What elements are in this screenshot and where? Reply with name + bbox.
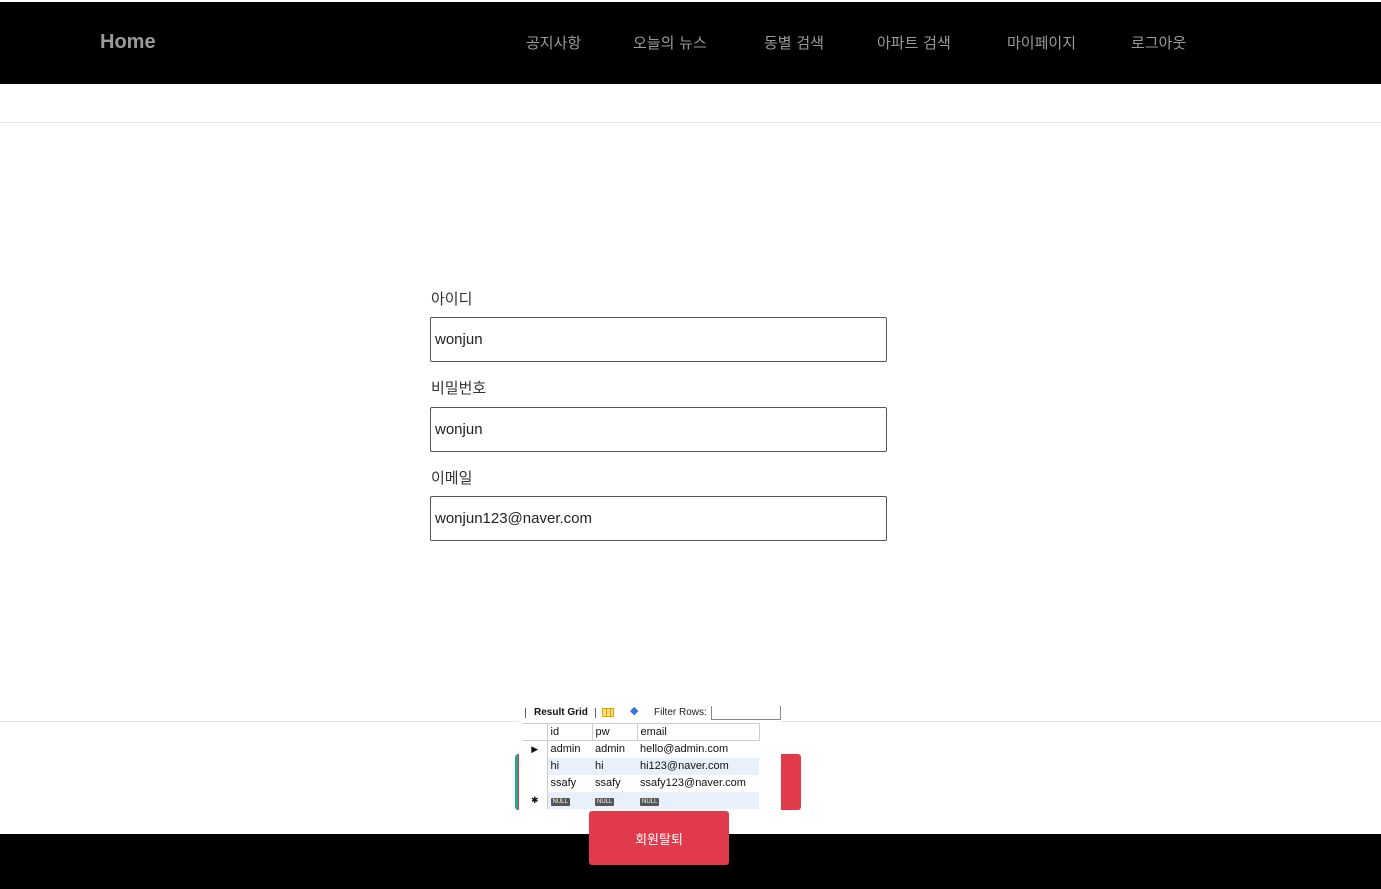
- null-badge: NULL: [595, 798, 615, 806]
- cell-pw[interactable]: hi: [592, 757, 637, 775]
- result-grid-overlay: Result Grid ◆ Filter Rows: id pw email ▶…: [519, 706, 781, 810]
- home-brand-link[interactable]: Home: [100, 31, 156, 54]
- cell-id[interactable]: admin: [547, 741, 592, 758]
- nav-notice[interactable]: 공지사항: [526, 32, 581, 53]
- nav-apartment-search[interactable]: 아파트 검색: [877, 32, 951, 53]
- result-grid-toolbar: Result Grid ◆ Filter Rows:: [519, 706, 781, 720]
- cell-id[interactable]: ssafy: [547, 775, 592, 792]
- column-header-pw[interactable]: pw: [592, 723, 638, 741]
- column-header-email[interactable]: email: [637, 723, 760, 741]
- row-header: [523, 774, 548, 792]
- toolbar-separator: [525, 708, 526, 718]
- withdraw-button[interactable]: 회원탈퇴: [589, 811, 729, 865]
- null-badge: NULL: [550, 798, 570, 806]
- nav-today-news[interactable]: 오늘의 뉴스: [633, 32, 707, 53]
- password-label: 비밀번호: [431, 379, 487, 397]
- email-label: 이메일: [431, 469, 473, 487]
- top-divider: [0, 122, 1381, 123]
- id-label: 아이디: [431, 290, 473, 308]
- table-row[interactable]: hi hi hi123@naver.com: [523, 757, 759, 775]
- filter-rows-label: Filter Rows:: [654, 707, 707, 718]
- table-row[interactable]: ▶ admin admin hello@admin.com: [523, 740, 759, 758]
- row-header-corner: [523, 723, 548, 741]
- result-grid-title: Result Grid: [534, 707, 588, 718]
- cell-pw[interactable]: admin: [592, 741, 637, 758]
- null-badge: NULL: [640, 798, 660, 806]
- table-header-row: id pw email: [523, 723, 760, 741]
- result-table: id pw email ▶ admin admin hello@admin.co…: [523, 723, 760, 809]
- cell-id-null[interactable]: NULL: [547, 791, 592, 809]
- column-header-id[interactable]: id: [547, 723, 593, 741]
- cell-email-null[interactable]: NULL: [637, 791, 759, 809]
- new-row-asterisk-icon: ✱: [523, 791, 548, 809]
- id-input[interactable]: [430, 317, 887, 362]
- filter-icon[interactable]: ◆: [630, 706, 644, 717]
- nav-logout[interactable]: 로그아웃: [1131, 32, 1186, 53]
- filter-rows-input[interactable]: [711, 706, 781, 720]
- cell-email[interactable]: hi123@naver.com: [637, 757, 759, 775]
- row-header: [523, 757, 548, 775]
- cell-id[interactable]: hi: [547, 757, 592, 775]
- grid-view-icon[interactable]: [602, 708, 614, 717]
- nav-dong-search[interactable]: 동별 검색: [764, 32, 824, 53]
- nav-mypage[interactable]: 마이페이지: [1007, 32, 1076, 53]
- current-row-arrow-icon: ▶: [523, 740, 548, 758]
- cell-pw-null[interactable]: NULL: [592, 791, 637, 809]
- password-input[interactable]: [430, 407, 887, 452]
- cell-email[interactable]: ssafy123@naver.com: [637, 775, 759, 792]
- email-input[interactable]: [430, 496, 887, 541]
- cell-email[interactable]: hello@admin.com: [637, 741, 759, 758]
- top-navbar: Home 공지사항 오늘의 뉴스 동별 검색 아파트 검색 마이페이지 로그아웃: [0, 2, 1381, 84]
- table-row[interactable]: ssafy ssafy ssafy123@naver.com: [523, 774, 759, 792]
- toolbar-separator: [595, 708, 596, 718]
- cell-pw[interactable]: ssafy: [592, 775, 637, 792]
- new-row[interactable]: ✱ NULL NULL NULL: [523, 791, 759, 809]
